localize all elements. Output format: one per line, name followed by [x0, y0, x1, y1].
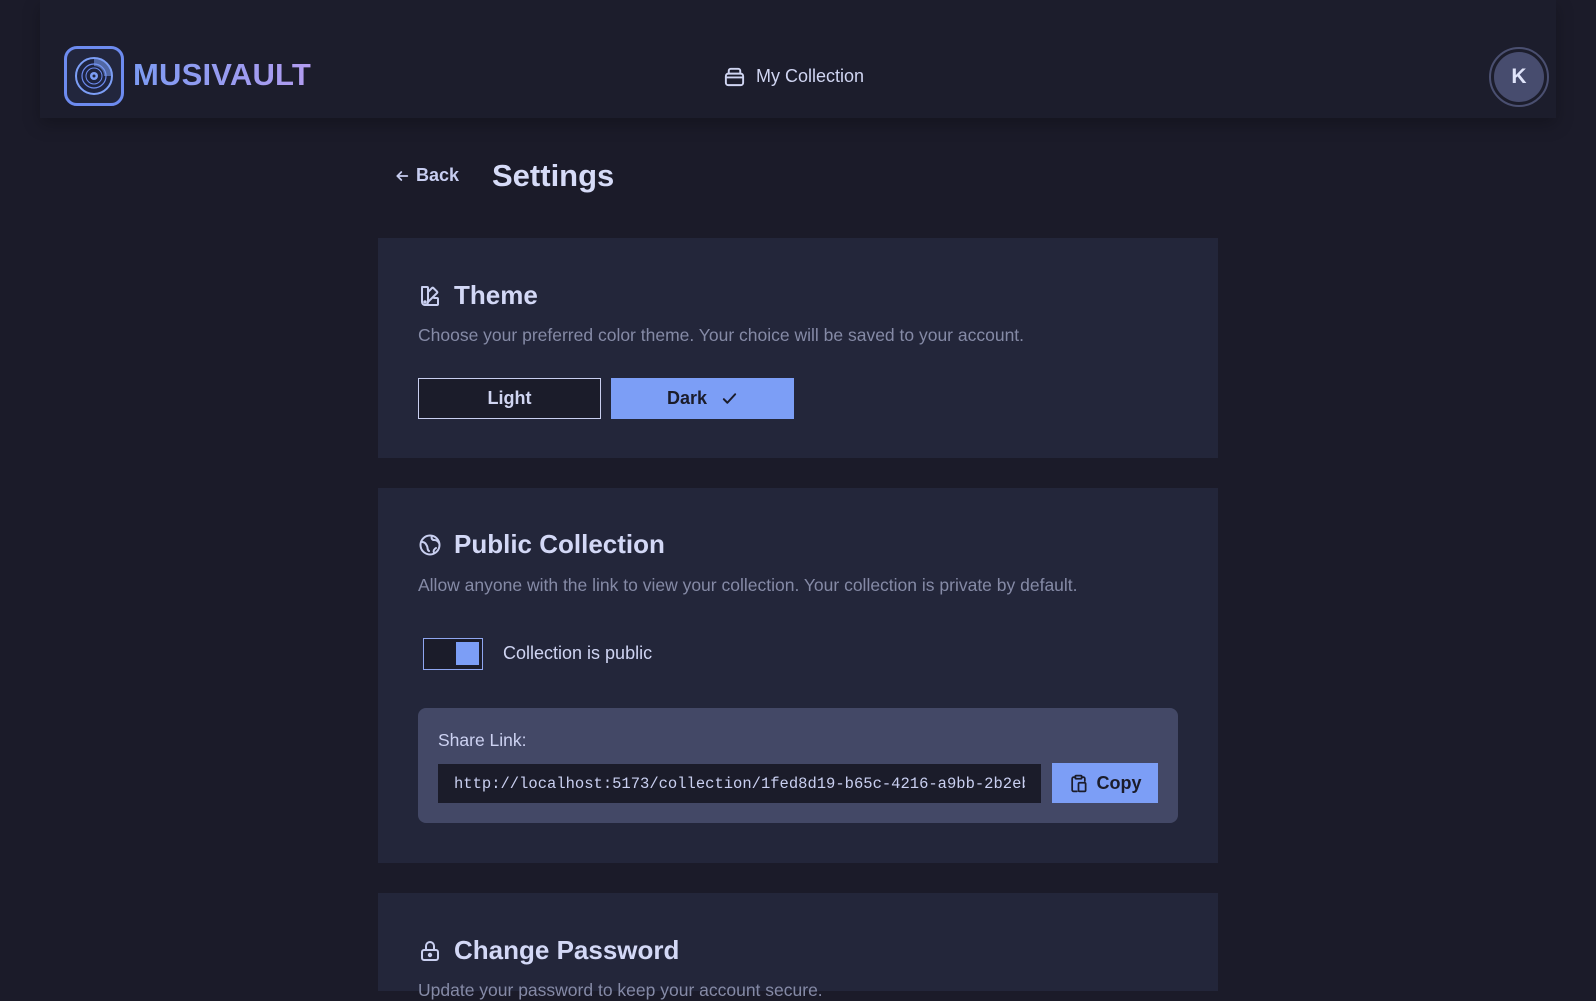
dark-theme-button[interactable]: Dark: [611, 378, 794, 419]
back-label: Back: [416, 165, 460, 185]
dark-theme-label: Dark: [666, 388, 708, 408]
vinyl-record-icon: [75, 57, 113, 95]
public-toggle[interactable]: [423, 638, 483, 670]
logo[interactable]: [64, 46, 124, 106]
toggle-knob: [456, 642, 479, 665]
clipboard-icon: [1070, 774, 1086, 792]
light-theme-label: Light: [487, 388, 532, 408]
public-collection-header: Public Collection: [418, 529, 665, 560]
lock-icon: [421, 940, 439, 961]
light-theme-button[interactable]: Light: [418, 378, 601, 419]
arrow-left-icon: [396, 170, 409, 181]
toggle-label: Collection is public: [503, 643, 653, 663]
share-link-input[interactable]: [438, 764, 1041, 803]
page-title: Settings: [492, 158, 615, 193]
change-password-card: Change Password Update your password to …: [378, 893, 1218, 1000]
palette-swatch-icon: [421, 285, 439, 306]
copy-link-button[interactable]: Copy: [1052, 763, 1158, 803]
nav-my-collection[interactable]: My Collection: [723, 62, 864, 90]
back-button[interactable]: Back: [394, 165, 459, 186]
copy-label: Copy: [1096, 772, 1142, 793]
theme-header: Theme: [418, 280, 538, 311]
archive-box-icon: [724, 67, 745, 86]
change-password-title: Change Password: [454, 935, 680, 965]
brand-name: MUSIVAULT: [133, 57, 312, 92]
public-collection-title: Public Collection: [454, 529, 665, 559]
globe-icon: [419, 534, 441, 555]
theme-description: Choose your preferred color theme. Your …: [418, 325, 1025, 345]
theme-card: Theme Choose your preferred color theme.…: [378, 238, 1218, 458]
change-password-header: Change Password: [418, 935, 679, 966]
theme-title: Theme: [454, 280, 538, 310]
check-icon: [722, 393, 737, 404]
top-header: MUSIVAULT My Collection K: [40, 0, 1556, 118]
share-link-label: Share Link:: [438, 730, 527, 750]
nav-my-collection-label: My Collection: [756, 65, 865, 86]
public-collection-description: Allow anyone with the link to view your …: [418, 575, 1078, 595]
share-link-box: Share Link: Copy: [418, 708, 1178, 823]
avatar-initial: K: [1494, 52, 1544, 102]
public-collection-card: Public Collection Allow anyone with the …: [378, 488, 1218, 863]
user-avatar-button[interactable]: K: [1489, 47, 1549, 107]
